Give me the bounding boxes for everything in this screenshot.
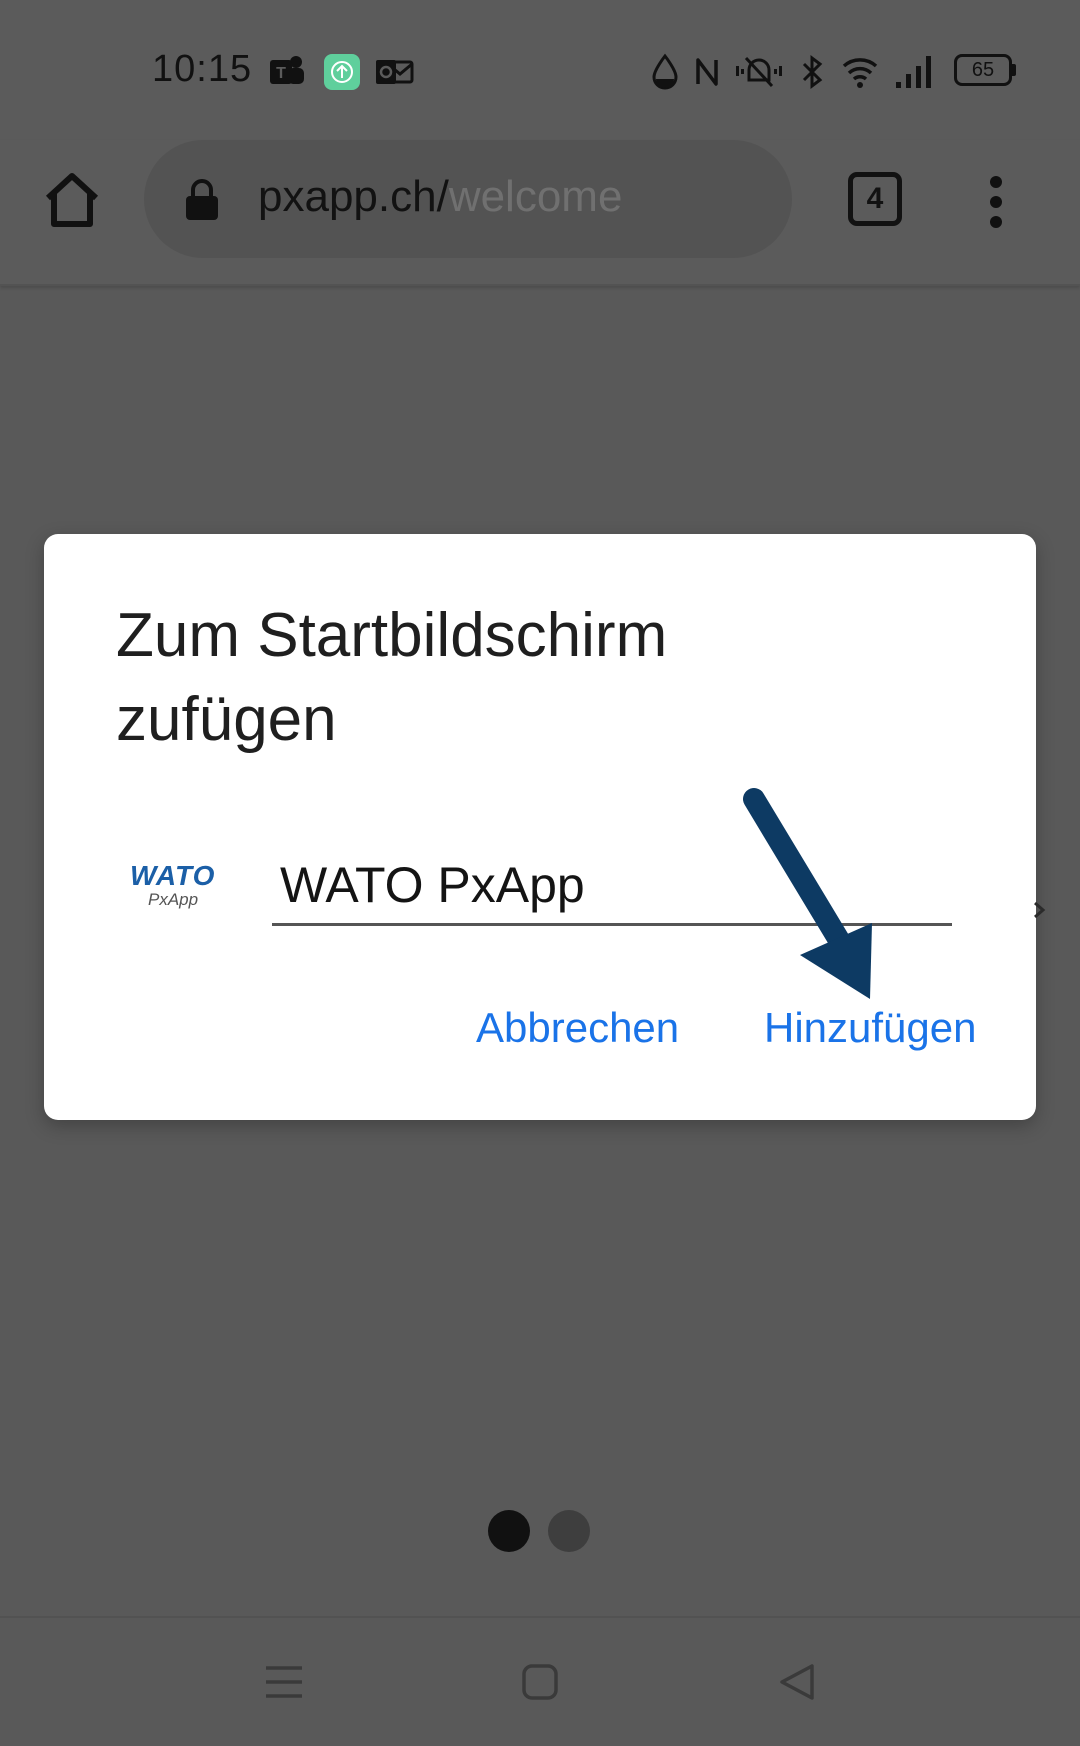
chevron-right-icon (1034, 901, 1046, 919)
logo-top-text: WATO (130, 860, 216, 891)
svg-text:T: T (276, 65, 286, 82)
vibrate-off-icon (736, 56, 782, 88)
upload-icon (324, 54, 360, 90)
back-icon[interactable] (776, 1660, 820, 1704)
address-bar[interactable]: pxapp.ch/welcome (144, 140, 792, 258)
url-host: pxapp.ch/ (258, 172, 449, 221)
browser-toolbar: pxapp.ch/welcome 4 (0, 140, 1080, 286)
nfc-icon (696, 58, 718, 86)
app-logo: WATO PxApp (130, 860, 214, 910)
tab-count: 4 (866, 182, 884, 215)
teams-icon: T (270, 56, 304, 84)
url-text: pxapp.ch/welcome (258, 172, 622, 222)
battery-tip (1012, 64, 1016, 76)
page-indicator-dot-active[interactable] (488, 1510, 530, 1552)
home-nav-icon[interactable] (518, 1660, 562, 1704)
more-menu-icon[interactable] (980, 174, 1012, 230)
bluetooth-icon (802, 55, 823, 89)
annotation-arrow-icon (743, 788, 872, 999)
lock-icon (186, 179, 218, 220)
drop-icon (652, 53, 678, 90)
logo-bottom-text: PxApp (148, 890, 199, 909)
dialog-title: Zum Startbildschirm zufügen (116, 601, 668, 754)
recents-icon[interactable] (262, 1660, 306, 1704)
tab-switcher-button[interactable]: 4 (848, 172, 902, 226)
status-bar: 10:15 T 65 (0, 0, 1080, 140)
home-icon[interactable] (40, 168, 104, 232)
battery-icon: 65 (954, 54, 1012, 86)
system-nav-bar (0, 1616, 1080, 1746)
battery-level: 65 (971, 59, 995, 81)
outlook-icon (376, 60, 414, 84)
cancel-button[interactable]: Abbrechen (476, 1004, 679, 1052)
page-indicator-dot[interactable] (548, 1510, 590, 1552)
screen: 10:15 T 65 pxapp.ch/welcome 4 Zum Startb… (0, 0, 1080, 1746)
signal-icon (896, 56, 931, 88)
status-time: 10:15 (152, 48, 253, 90)
url-path: welcome (448, 172, 623, 221)
wifi-icon (842, 58, 878, 88)
